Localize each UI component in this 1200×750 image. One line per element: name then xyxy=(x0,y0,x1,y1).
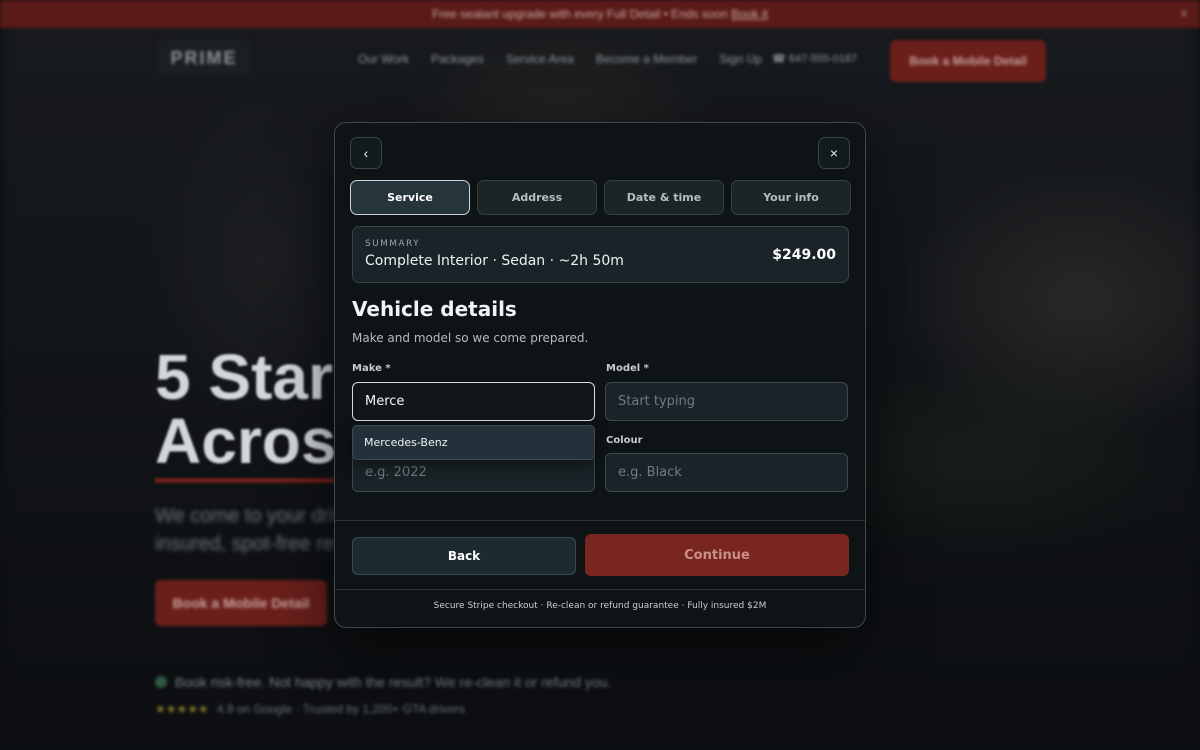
footer-divider-bottom xyxy=(335,589,865,590)
summary-price: $249.00 xyxy=(772,247,836,263)
make-label: Make * xyxy=(352,363,391,374)
nav-link-become-member[interactable]: Become a Member xyxy=(596,52,697,66)
nav-book-button[interactable]: Book a Mobile Detail xyxy=(890,40,1046,82)
continue-button[interactable]: Continue xyxy=(585,534,849,576)
step-tab-service[interactable]: Service xyxy=(350,180,470,215)
top-navigation: PRIME Our Work Packages Service Area Bec… xyxy=(0,36,1200,86)
hero-underline xyxy=(155,478,335,483)
back-button[interactable]: Back xyxy=(352,537,576,575)
guarantee-text: Book risk-free. Not happy with the resul… xyxy=(175,674,612,690)
nav-phone-number: 647-555-0187 xyxy=(788,53,858,65)
close-icon: × xyxy=(829,145,839,161)
promo-text: Free sealant upgrade with every Full Det… xyxy=(432,7,728,21)
booking-summary: SUMMARY Complete Interior · Sedan · ~2h … xyxy=(352,226,849,283)
colour-label: Colour xyxy=(606,435,643,446)
promo-link[interactable]: Book it xyxy=(731,7,768,21)
hero-rating: ★★★★★ 4.9 on Google · Trusted by 1,200+ G… xyxy=(155,702,465,716)
nav-link-packages[interactable]: Packages xyxy=(431,52,484,66)
suggestion-item[interactable]: Mercedes-Benz xyxy=(353,426,594,459)
check-icon xyxy=(155,676,167,688)
modal-close-button[interactable]: × xyxy=(818,137,850,169)
nav-links: Our Work Packages Service Area Become a … xyxy=(358,52,762,66)
rating-stars-icon: ★★★★★ xyxy=(155,702,209,716)
colour-input[interactable] xyxy=(605,453,848,492)
rating-text: 4.9 on Google · Trusted by 1,200+ GTA dr… xyxy=(216,702,466,716)
model-input[interactable] xyxy=(605,382,848,421)
hero-guarantee: Book risk-free. Not happy with the resul… xyxy=(155,674,611,690)
make-input[interactable] xyxy=(352,382,595,421)
hero-book-button[interactable]: Book a Mobile Detail xyxy=(155,580,327,626)
trust-footer-note: Secure Stripe checkout · Re-clean or ref… xyxy=(433,601,767,611)
step-tabs: Service Address Date & time Your info xyxy=(350,180,851,215)
summary-label: SUMMARY xyxy=(365,239,420,249)
footer-divider-top xyxy=(335,520,865,521)
promo-close-icon[interactable]: × xyxy=(1180,5,1188,21)
promo-bar: Free sealant upgrade with every Full Det… xyxy=(0,0,1200,28)
model-label: Model * xyxy=(606,363,649,374)
section-subtitle: Make and model so we come prepared. xyxy=(352,331,589,345)
nav-link-service-area[interactable]: Service Area xyxy=(506,52,574,66)
summary-text: Complete Interior · Sedan · ~2h 50m xyxy=(365,253,624,269)
step-tab-your-info[interactable]: Your info xyxy=(731,180,851,215)
step-tab-date-time[interactable]: Date & time xyxy=(604,180,724,215)
nav-link-our-work[interactable]: Our Work xyxy=(358,52,409,66)
section-title: Vehicle details xyxy=(352,297,517,321)
chevron-left-icon: ‹ xyxy=(363,145,369,161)
modal-back-button[interactable]: ‹ xyxy=(350,137,382,169)
step-tab-address[interactable]: Address xyxy=(477,180,597,215)
nav-link-sign-up[interactable]: Sign Up xyxy=(719,52,762,66)
site-logo[interactable]: PRIME xyxy=(156,40,252,76)
make-suggestions-dropdown: Mercedes-Benz xyxy=(352,425,595,460)
nav-phone[interactable]: ☎ 647-555-0187 xyxy=(772,52,857,65)
booking-modal: ‹ × Service Address Date & time Your inf… xyxy=(334,122,866,628)
